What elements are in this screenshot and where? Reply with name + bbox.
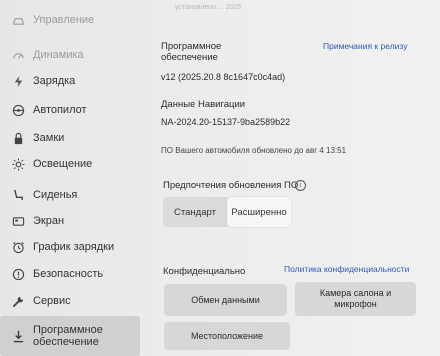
sidebar-item-label: Сервис xyxy=(33,295,71,307)
car-icon xyxy=(11,13,25,27)
update-status-text: ПО Вашего автомобиля обновлено до авг 4 … xyxy=(161,146,347,155)
bolt-icon xyxy=(11,74,25,88)
settings-sidebar: Управление Динамика Зарядка Автопилот За… xyxy=(0,0,145,356)
steering-wheel-icon xyxy=(11,103,25,117)
sidebar-item-charging[interactable]: Зарядка xyxy=(0,68,145,94)
sidebar-item-label: Безопасность xyxy=(33,268,104,280)
data-sharing-button[interactable]: Обмен данными xyxy=(164,284,287,316)
update-option-standard[interactable]: Стандарт xyxy=(163,197,227,227)
sidebar-item-lighting[interactable]: Освещение xyxy=(0,151,145,177)
speedometer-icon xyxy=(11,48,25,62)
sidebar-item-software[interactable]: Программное обеспечение xyxy=(0,316,140,356)
wrench-icon xyxy=(11,294,25,308)
navigation-data-title: Данные Навигации xyxy=(161,99,246,110)
sidebar-item-locks[interactable]: Замки xyxy=(0,125,145,151)
sidebar-item-controls[interactable]: Управление xyxy=(0,7,145,33)
sidebar-item-label: Замки xyxy=(33,132,65,144)
sidebar-item-label: Зарядка xyxy=(33,75,76,87)
software-version: v12 (2025.20.8 8c1647c0c4ad) xyxy=(161,72,286,82)
privacy-policy-link[interactable]: Политика конфиденциальности xyxy=(284,264,409,274)
navigation-data-value: NA-2024.20-15137-9ba2589b22 xyxy=(161,117,291,127)
display-icon xyxy=(11,214,25,228)
cabin-camera-mic-button[interactable]: Камера салона и микрофон xyxy=(295,282,416,316)
sidebar-item-seats[interactable]: Сиденья xyxy=(0,182,145,208)
update-preferences-title: Предпочтения обновления ПО xyxy=(163,180,299,191)
privacy-title: Конфиденциально xyxy=(163,266,246,277)
seat-icon xyxy=(11,188,25,202)
release-notes-link[interactable]: Примечания к релизу xyxy=(323,41,407,51)
sidebar-item-display[interactable]: Экран xyxy=(0,208,145,234)
sidebar-item-label: Сиденья xyxy=(33,189,78,201)
download-icon xyxy=(11,329,25,343)
sidebar-item-charge-schedule[interactable]: График зарядки xyxy=(0,234,145,260)
sidebar-item-safety[interactable]: Безопасность xyxy=(0,261,145,287)
sidebar-item-label: Управление xyxy=(33,14,95,26)
sun-icon xyxy=(11,157,25,171)
update-option-advanced[interactable]: Расширенно xyxy=(227,197,291,227)
sidebar-item-autopilot[interactable]: Автопилот xyxy=(0,97,145,123)
lock-icon xyxy=(11,131,25,145)
sidebar-item-label: Освещение xyxy=(33,158,93,170)
safety-icon xyxy=(11,267,25,281)
software-section-title: Программное обеспечение xyxy=(161,41,222,63)
sidebar-item-label: График зарядки xyxy=(33,241,115,253)
sidebar-item-label: Программное обеспечение xyxy=(33,324,103,348)
sidebar-item-dynamics[interactable]: Динамика xyxy=(0,42,145,68)
location-button[interactable]: Местоположение xyxy=(164,322,290,350)
installed-date-text: установлено ... 2026 xyxy=(175,4,242,11)
info-icon[interactable]: i xyxy=(295,180,306,191)
sidebar-item-label: Динамика xyxy=(33,49,84,61)
sidebar-item-service[interactable]: Сервис xyxy=(0,288,145,314)
sidebar-item-label: Экран xyxy=(33,215,65,227)
alarm-clock-icon xyxy=(11,240,25,254)
update-preference-segmented-control: Стандарт Расширенно xyxy=(163,197,291,227)
sidebar-item-label: Автопилот xyxy=(33,104,87,116)
